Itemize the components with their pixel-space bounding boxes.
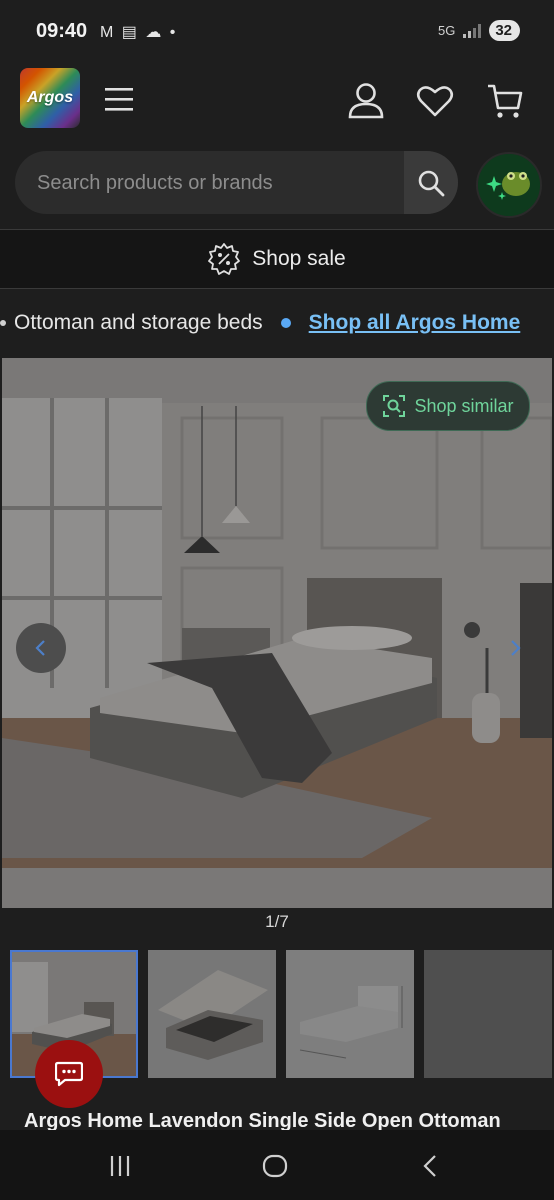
home-icon [262,1154,288,1178]
menu-icon[interactable] [104,86,134,119]
search-bar [15,151,458,214]
signal-icon [463,23,482,38]
notification-icons: M ▤ ☁ • [100,24,178,41]
breadcrumb-separator [280,318,291,328]
shop-all-argos-home-link[interactable]: Shop all Argos Home [309,311,521,335]
chevron-right-icon [511,640,521,656]
breadcrumb: Ottoman and storage beds Shop all Argos … [0,300,554,346]
recent-apps-icon [110,1156,130,1176]
recent-apps-button[interactable] [108,1154,132,1183]
account-icon[interactable] [346,82,386,125]
shop-sale-label: Shop sale [252,247,346,270]
shop-sale-banner[interactable]: Shop sale [0,229,554,289]
shop-similar-label: Shop similar [414,395,514,416]
logo-text: Argos [26,89,74,106]
chat-button[interactable] [35,1040,103,1108]
wishlist-icon[interactable] [416,84,454,123]
home-button[interactable] [262,1154,288,1183]
thumbnail-open-ottoman-image [148,950,276,1078]
sparkle-frog-icon [478,154,540,216]
gallery-prev-button[interactable] [16,623,66,673]
breadcrumb-dot [0,320,6,326]
chat-icon [55,1061,83,1087]
bedroom-photo [2,358,552,908]
thumbnail-3[interactable] [286,950,414,1078]
product-main-image[interactable] [2,358,552,908]
image-counter: 1/7 [265,912,289,931]
gallery-next-button[interactable] [490,623,540,673]
shop-similar-button[interactable]: Shop similar [366,381,530,431]
assistant-avatar[interactable] [476,152,542,218]
back-icon [423,1155,436,1177]
network-icon: 5G [437,23,456,38]
status-right: 5G 32 [438,20,520,41]
search-button[interactable] [404,151,458,214]
search-icon [418,170,445,196]
status-time: 09:40 [36,20,88,42]
thumbnail-dimensions-image [286,950,414,1078]
thumbnail-2[interactable] [148,950,276,1078]
thumbnail-4[interactable] [424,950,552,1078]
search-input[interactable] [35,151,399,214]
battery-indicator: 32 [489,20,520,41]
discount-badge-icon [208,243,241,275]
breadcrumb-current[interactable]: Ottoman and storage beds [14,311,263,335]
argos-logo[interactable]: Argos [20,68,80,128]
visual-search-icon [383,395,406,417]
back-button[interactable] [420,1154,440,1183]
cart-icon[interactable] [486,82,524,125]
chevron-left-icon [35,640,45,656]
